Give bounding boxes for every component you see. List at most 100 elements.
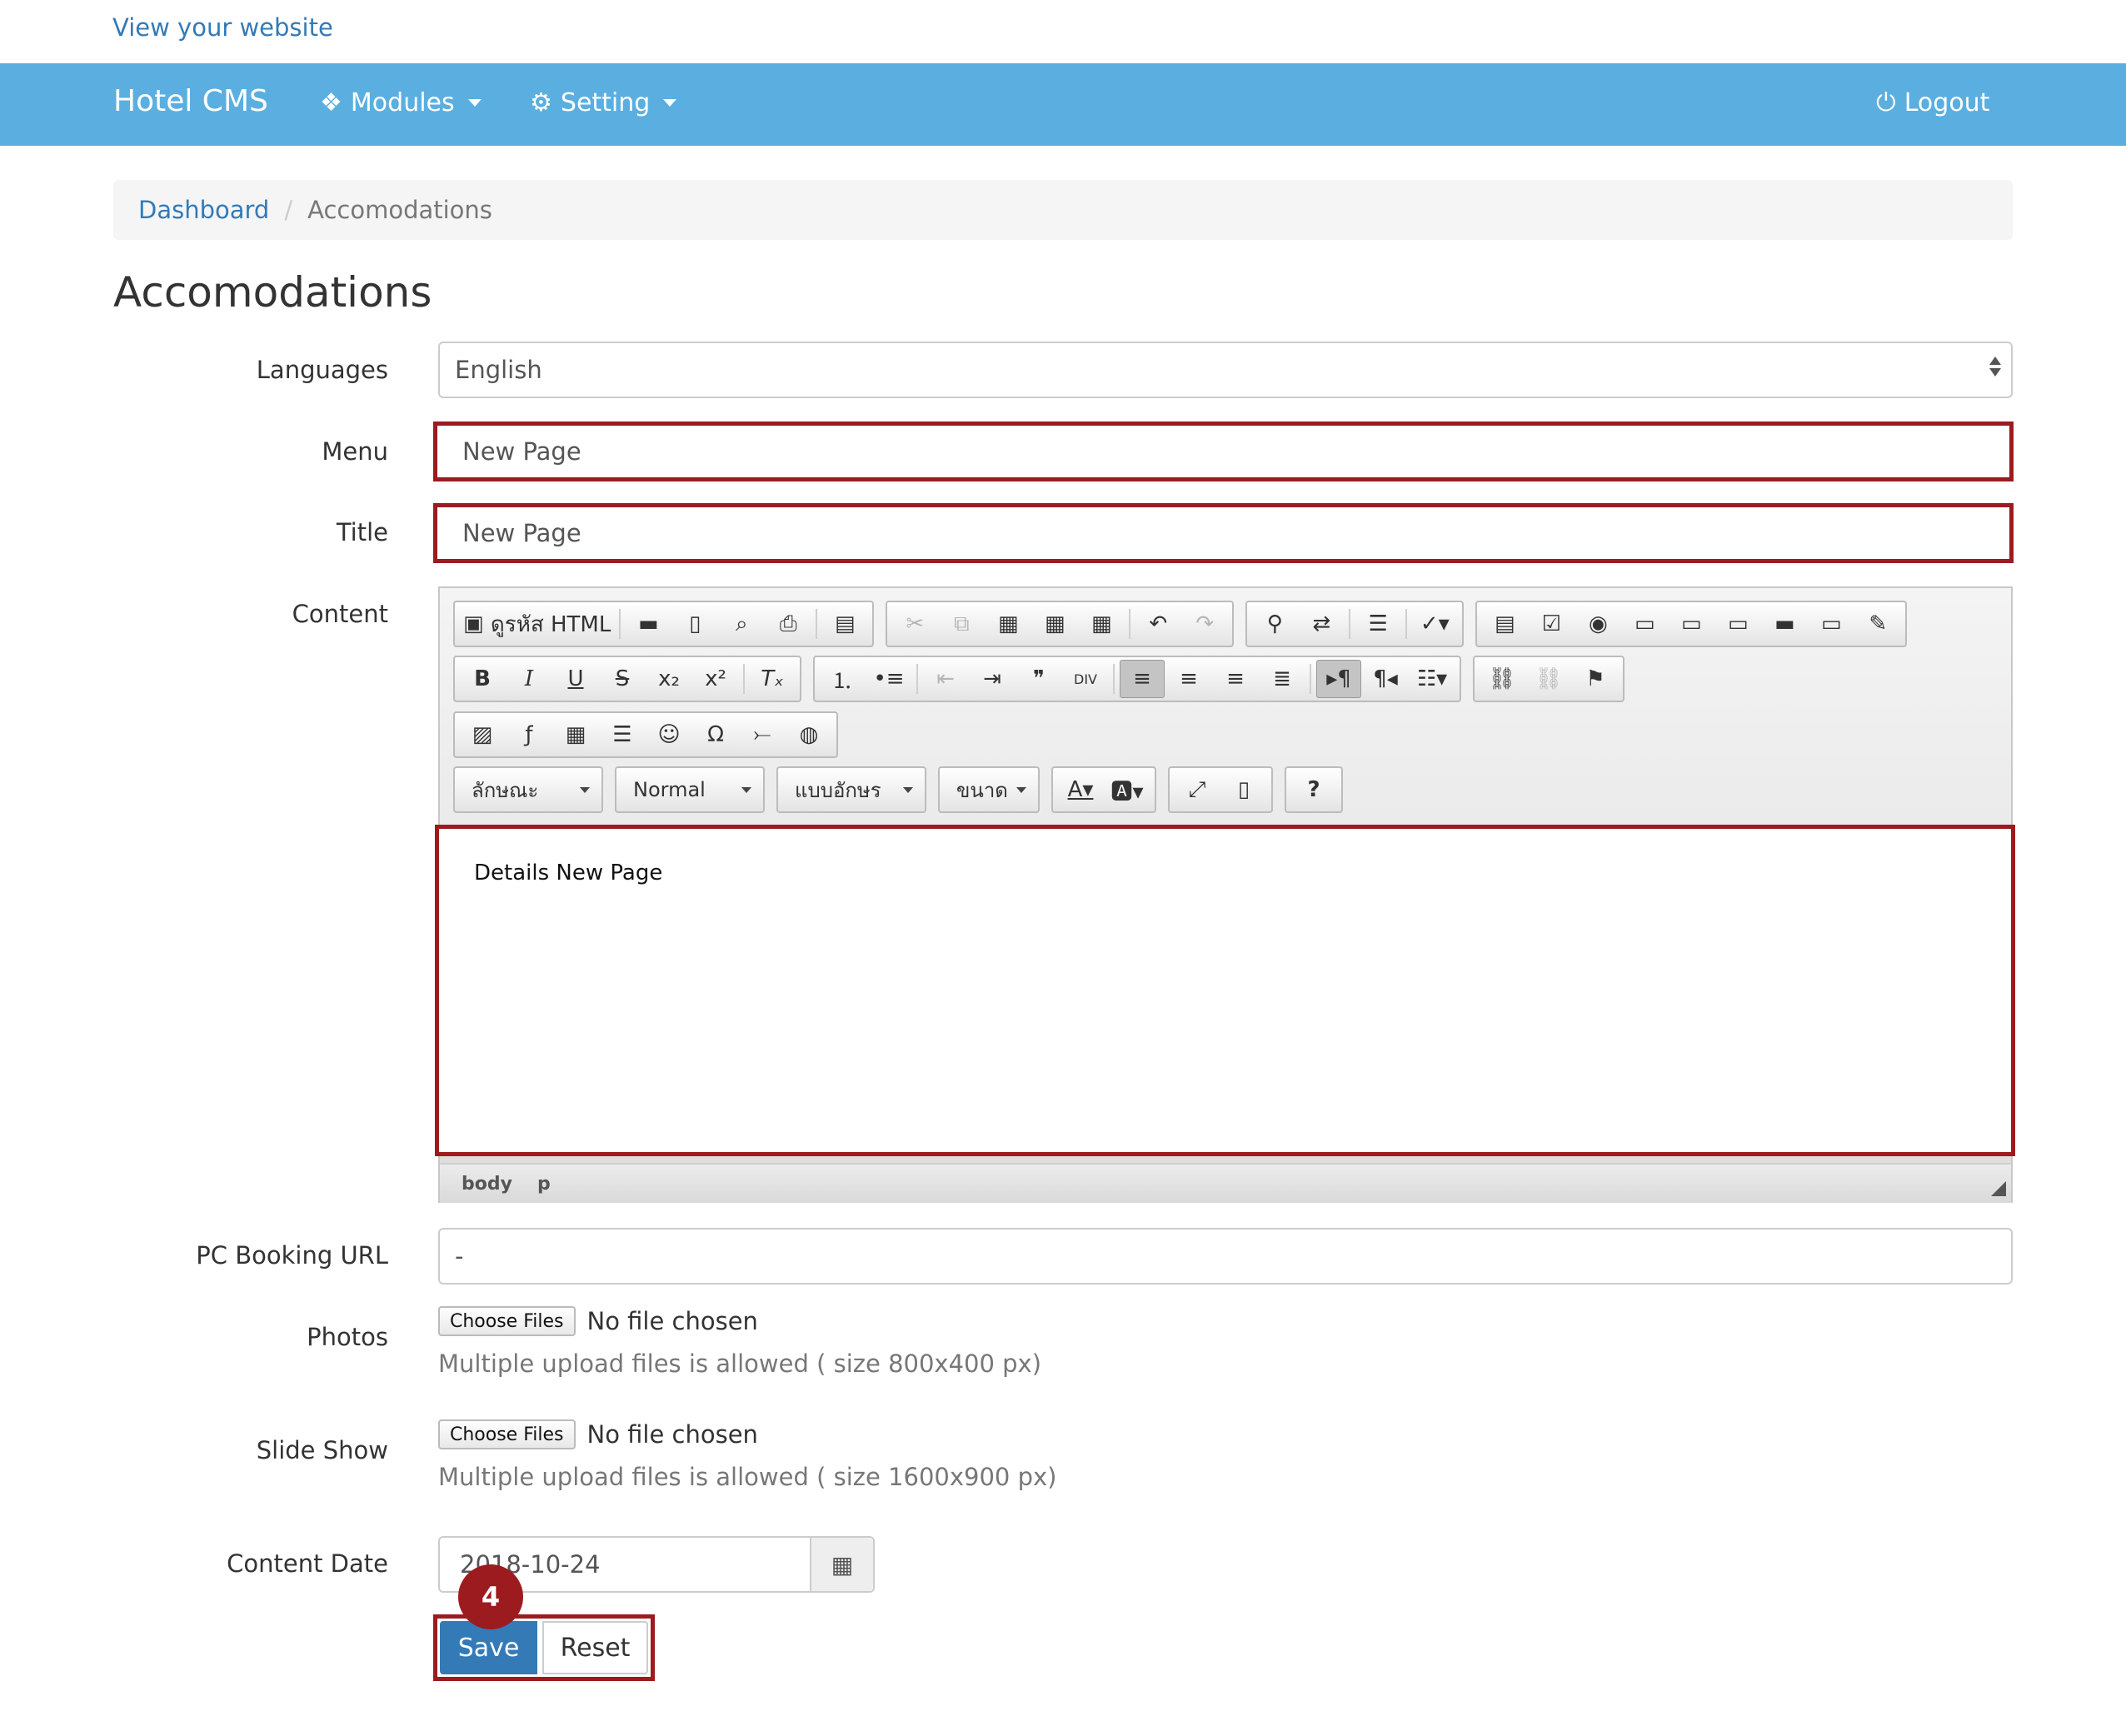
numbered-list-icon[interactable]: ⒈ bbox=[820, 660, 865, 698]
div-icon[interactable]: DIV bbox=[1063, 660, 1108, 698]
unlink-icon[interactable]: ⛓ bbox=[1526, 660, 1571, 698]
toolbar-group-paragraph: ⒈ •≡ ⇤ ⇥ ❞ DIV ≡ ≡ ≡ ≣ ▸¶ ¶◂ ☷▾ bbox=[813, 656, 1461, 702]
menu-value: New Page bbox=[462, 437, 581, 466]
modules-menu[interactable]: ❖ Modules bbox=[320, 88, 482, 117]
toolbar-row-3: ▨ ƒ ▦ ☰ ☺ Ω ⤚ ◍ bbox=[453, 711, 838, 758]
toolbar-group-colors: A▾ 🅰▾ bbox=[1051, 766, 1156, 813]
menu-input[interactable]: New Page bbox=[433, 422, 2014, 481]
image-button-icon[interactable]: ▭ bbox=[1809, 605, 1854, 643]
paste-icon[interactable]: ▦ bbox=[986, 605, 1031, 643]
reset-button[interactable]: Reset bbox=[542, 1621, 648, 1674]
anchor-flag-icon[interactable]: ⚑ bbox=[1573, 660, 1618, 698]
photos-choose-button[interactable]: Choose Files bbox=[438, 1306, 576, 1336]
path-p[interactable]: p bbox=[537, 1174, 551, 1195]
page-break-icon[interactable]: ⤚ bbox=[740, 716, 785, 754]
blockquote-icon[interactable]: ❞ bbox=[1016, 660, 1061, 698]
special-char-icon[interactable]: Ω bbox=[693, 716, 738, 754]
justify-icon[interactable]: ≣ bbox=[1260, 660, 1305, 698]
print-icon[interactable]: ⎙ bbox=[766, 605, 811, 643]
textfield-icon[interactable]: ▭ bbox=[1622, 605, 1667, 643]
paste-text-icon[interactable]: ▦ bbox=[1032, 605, 1077, 643]
brand[interactable]: Hotel CMS bbox=[113, 84, 268, 118]
maximize-icon[interactable]: ⤢ bbox=[1175, 771, 1220, 809]
outdent-icon[interactable]: ⇤ bbox=[923, 660, 968, 698]
format-combo-label: Normal bbox=[633, 778, 706, 801]
toolbar-separator bbox=[1129, 609, 1131, 639]
form-icon[interactable]: ▤ bbox=[1482, 605, 1527, 643]
select-field-icon[interactable]: ▭ bbox=[1715, 605, 1760, 643]
remove-format-icon[interactable]: Tₓ bbox=[750, 660, 795, 698]
spellcheck-icon[interactable]: ✓▾ bbox=[1412, 605, 1457, 643]
radio-icon[interactable]: ◉ bbox=[1575, 605, 1620, 643]
indent-icon[interactable]: ⇥ bbox=[970, 660, 1015, 698]
calendar-button[interactable]: ▦ bbox=[810, 1538, 873, 1591]
setting-menu[interactable]: ⚙ Setting bbox=[530, 88, 677, 117]
templates-icon[interactable]: ▤ bbox=[822, 605, 867, 643]
view-website-link[interactable]: View your website bbox=[112, 13, 333, 42]
subscript-icon[interactable]: x₂ bbox=[646, 660, 691, 698]
copy-icon[interactable]: ⧉ bbox=[939, 605, 984, 643]
preview-icon[interactable]: ⌕ bbox=[719, 605, 764, 643]
language-icon[interactable]: ☷▾ bbox=[1410, 660, 1455, 698]
align-left-icon[interactable]: ≡ bbox=[1120, 660, 1165, 698]
flash-icon[interactable]: ƒ bbox=[507, 716, 551, 754]
text-color-icon[interactable]: A▾ bbox=[1058, 771, 1103, 809]
table-icon[interactable]: ▦ bbox=[553, 716, 598, 754]
font-combo[interactable]: แบบอักษร bbox=[776, 766, 926, 813]
toolbar-group-forms: ▤ ☑ ◉ ▭ ▭ ▭ ▬ ▭ ✎ bbox=[1475, 601, 1908, 647]
rtl-icon[interactable]: ¶◂ bbox=[1363, 660, 1408, 698]
find-icon[interactable]: ⚲ bbox=[1252, 605, 1297, 643]
align-right-icon[interactable]: ≡ bbox=[1213, 660, 1258, 698]
editor-path-bar: body p bbox=[440, 1163, 2011, 1203]
replace-icon[interactable]: ⇄ bbox=[1299, 605, 1344, 643]
toolbar-separator bbox=[1310, 664, 1311, 694]
new-page-icon[interactable]: ▯ bbox=[672, 605, 717, 643]
hidden-field-icon[interactable]: ✎ bbox=[1855, 605, 1900, 643]
bulleted-list-icon[interactable]: •≡ bbox=[866, 660, 911, 698]
caret-down-icon bbox=[663, 99, 677, 107]
help-icon[interactable]: ? bbox=[1291, 771, 1336, 809]
size-combo[interactable]: ขนาด bbox=[938, 766, 1040, 813]
undo-icon[interactable]: ↶ bbox=[1135, 605, 1180, 643]
logout-button[interactable]: ⏻ Logout bbox=[1876, 88, 1989, 117]
cut-icon[interactable]: ✂ bbox=[892, 605, 937, 643]
format-combo[interactable]: Normal bbox=[615, 766, 765, 813]
italic-icon[interactable]: I bbox=[507, 660, 551, 698]
select-all-icon[interactable]: ☰ bbox=[1355, 605, 1400, 643]
page-title: Accomodations bbox=[113, 268, 432, 317]
slideshow-choose-button[interactable]: Choose Files bbox=[438, 1419, 576, 1449]
breadcrumb-current: Accomodations bbox=[307, 196, 492, 224]
languages-select[interactable]: English bbox=[438, 342, 2013, 398]
redo-icon[interactable]: ↷ bbox=[1182, 605, 1227, 643]
textarea-icon[interactable]: ▭ bbox=[1669, 605, 1714, 643]
source-icon: ▣ bbox=[463, 611, 491, 636]
underline-icon[interactable]: U bbox=[553, 660, 598, 698]
horizontal-rule-icon[interactable]: ☰ bbox=[600, 716, 645, 754]
link-icon[interactable]: ⛓ bbox=[1480, 660, 1525, 698]
bg-color-icon[interactable]: 🅰▾ bbox=[1105, 771, 1150, 809]
booking-url-input[interactable]: - bbox=[438, 1228, 2013, 1285]
font-combo-label: แบบอักษร bbox=[795, 778, 881, 802]
iframe-globe-icon[interactable]: ◍ bbox=[786, 716, 831, 754]
path-body[interactable]: body bbox=[462, 1174, 512, 1195]
title-input[interactable]: New Page bbox=[433, 503, 2014, 563]
smiley-icon[interactable]: ☺ bbox=[646, 716, 691, 754]
image-icon[interactable]: ▨ bbox=[460, 716, 505, 754]
show-blocks-icon[interactable]: ▯ bbox=[1221, 771, 1266, 809]
style-combo[interactable]: ลักษณะ bbox=[453, 766, 603, 813]
toolbar-group-document: ▣ ดูรหัส HTML ▬ ▯ ⌕ ⎙ ▤ bbox=[453, 601, 875, 647]
ltr-icon[interactable]: ▸¶ bbox=[1316, 660, 1361, 698]
button-field-icon[interactable]: ▬ bbox=[1762, 605, 1807, 643]
source-button[interactable]: ▣ ดูรหัส HTML bbox=[460, 605, 614, 643]
breadcrumb-dashboard[interactable]: Dashboard bbox=[138, 196, 269, 224]
save-icon[interactable]: ▬ bbox=[626, 605, 671, 643]
photos-status: No file chosen bbox=[586, 1307, 758, 1335]
align-center-icon[interactable]: ≡ bbox=[1166, 660, 1211, 698]
superscript-icon[interactable]: x² bbox=[693, 660, 738, 698]
resize-grip-icon[interactable] bbox=[1991, 1181, 2006, 1196]
paste-word-icon[interactable]: ▦ bbox=[1079, 605, 1124, 643]
checkbox-icon[interactable]: ☑ bbox=[1529, 605, 1574, 643]
strike-icon[interactable]: S bbox=[600, 660, 645, 698]
bold-icon[interactable]: B bbox=[460, 660, 505, 698]
editor-content-area[interactable]: Details New Page bbox=[435, 825, 2015, 1156]
